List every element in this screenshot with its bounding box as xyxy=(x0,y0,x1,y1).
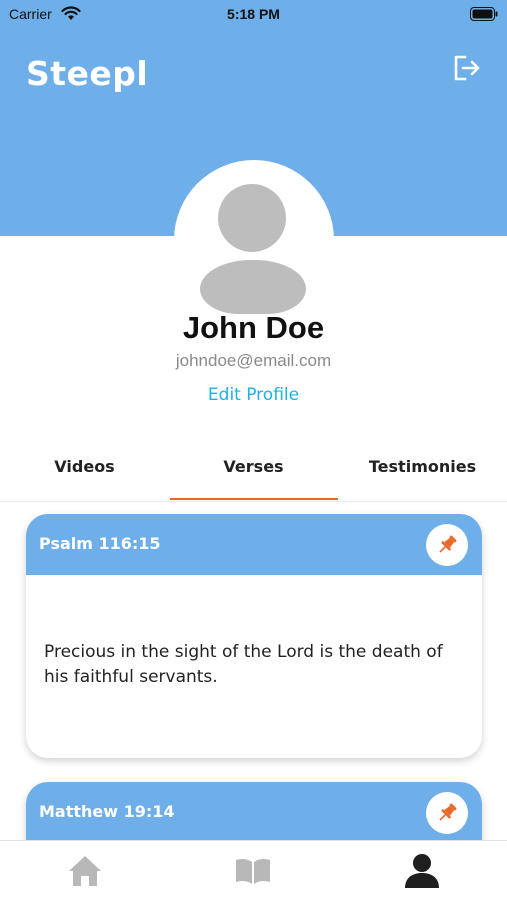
pin-button[interactable] xyxy=(426,792,468,834)
verse-card-header: Matthew 19:14 xyxy=(26,782,482,843)
verse-reference: Psalm 116:15 xyxy=(39,534,161,553)
app-title: Steepl xyxy=(26,54,149,93)
status-time: 5:18 PM xyxy=(227,6,280,22)
avatar xyxy=(174,160,334,320)
bible-icon xyxy=(236,858,270,884)
verse-reference: Matthew 19:14 xyxy=(39,802,175,821)
edit-profile-link[interactable]: Edit Profile xyxy=(0,385,507,405)
profile-icon xyxy=(405,854,439,888)
profile-email: johndoe@email.com xyxy=(175,351,332,370)
profile-tabs: Videos Verses Testimonies xyxy=(0,440,507,502)
nav-home-button[interactable] xyxy=(65,851,105,891)
pin-icon xyxy=(439,535,457,553)
pin-icon xyxy=(439,803,457,821)
home-icon xyxy=(69,856,101,886)
tab-videos[interactable]: Videos xyxy=(0,440,169,500)
tab-testimonies[interactable]: Testimonies xyxy=(338,440,507,500)
verse-text: Precious in the sight of the Lord is the… xyxy=(44,642,443,687)
verse-card-header: Psalm 116:15 xyxy=(26,514,482,575)
bottom-nav xyxy=(0,840,507,900)
status-bar: Carrier 5:18 PM xyxy=(0,0,507,30)
pin-button[interactable] xyxy=(426,524,468,566)
active-tab-indicator xyxy=(170,498,338,500)
tab-verses[interactable]: Verses xyxy=(169,440,338,500)
battery-icon xyxy=(470,7,498,21)
avatar-body xyxy=(200,260,306,314)
nav-bible-button[interactable] xyxy=(233,851,273,891)
logout-icon xyxy=(454,55,480,81)
nav-profile-button[interactable] xyxy=(402,851,442,891)
logout-button[interactable] xyxy=(450,52,484,84)
verse-card[interactable]: Psalm 116:15 Precious in the sight of th… xyxy=(26,514,482,758)
avatar-head xyxy=(218,184,286,252)
profile-name: John Doe xyxy=(182,310,325,345)
